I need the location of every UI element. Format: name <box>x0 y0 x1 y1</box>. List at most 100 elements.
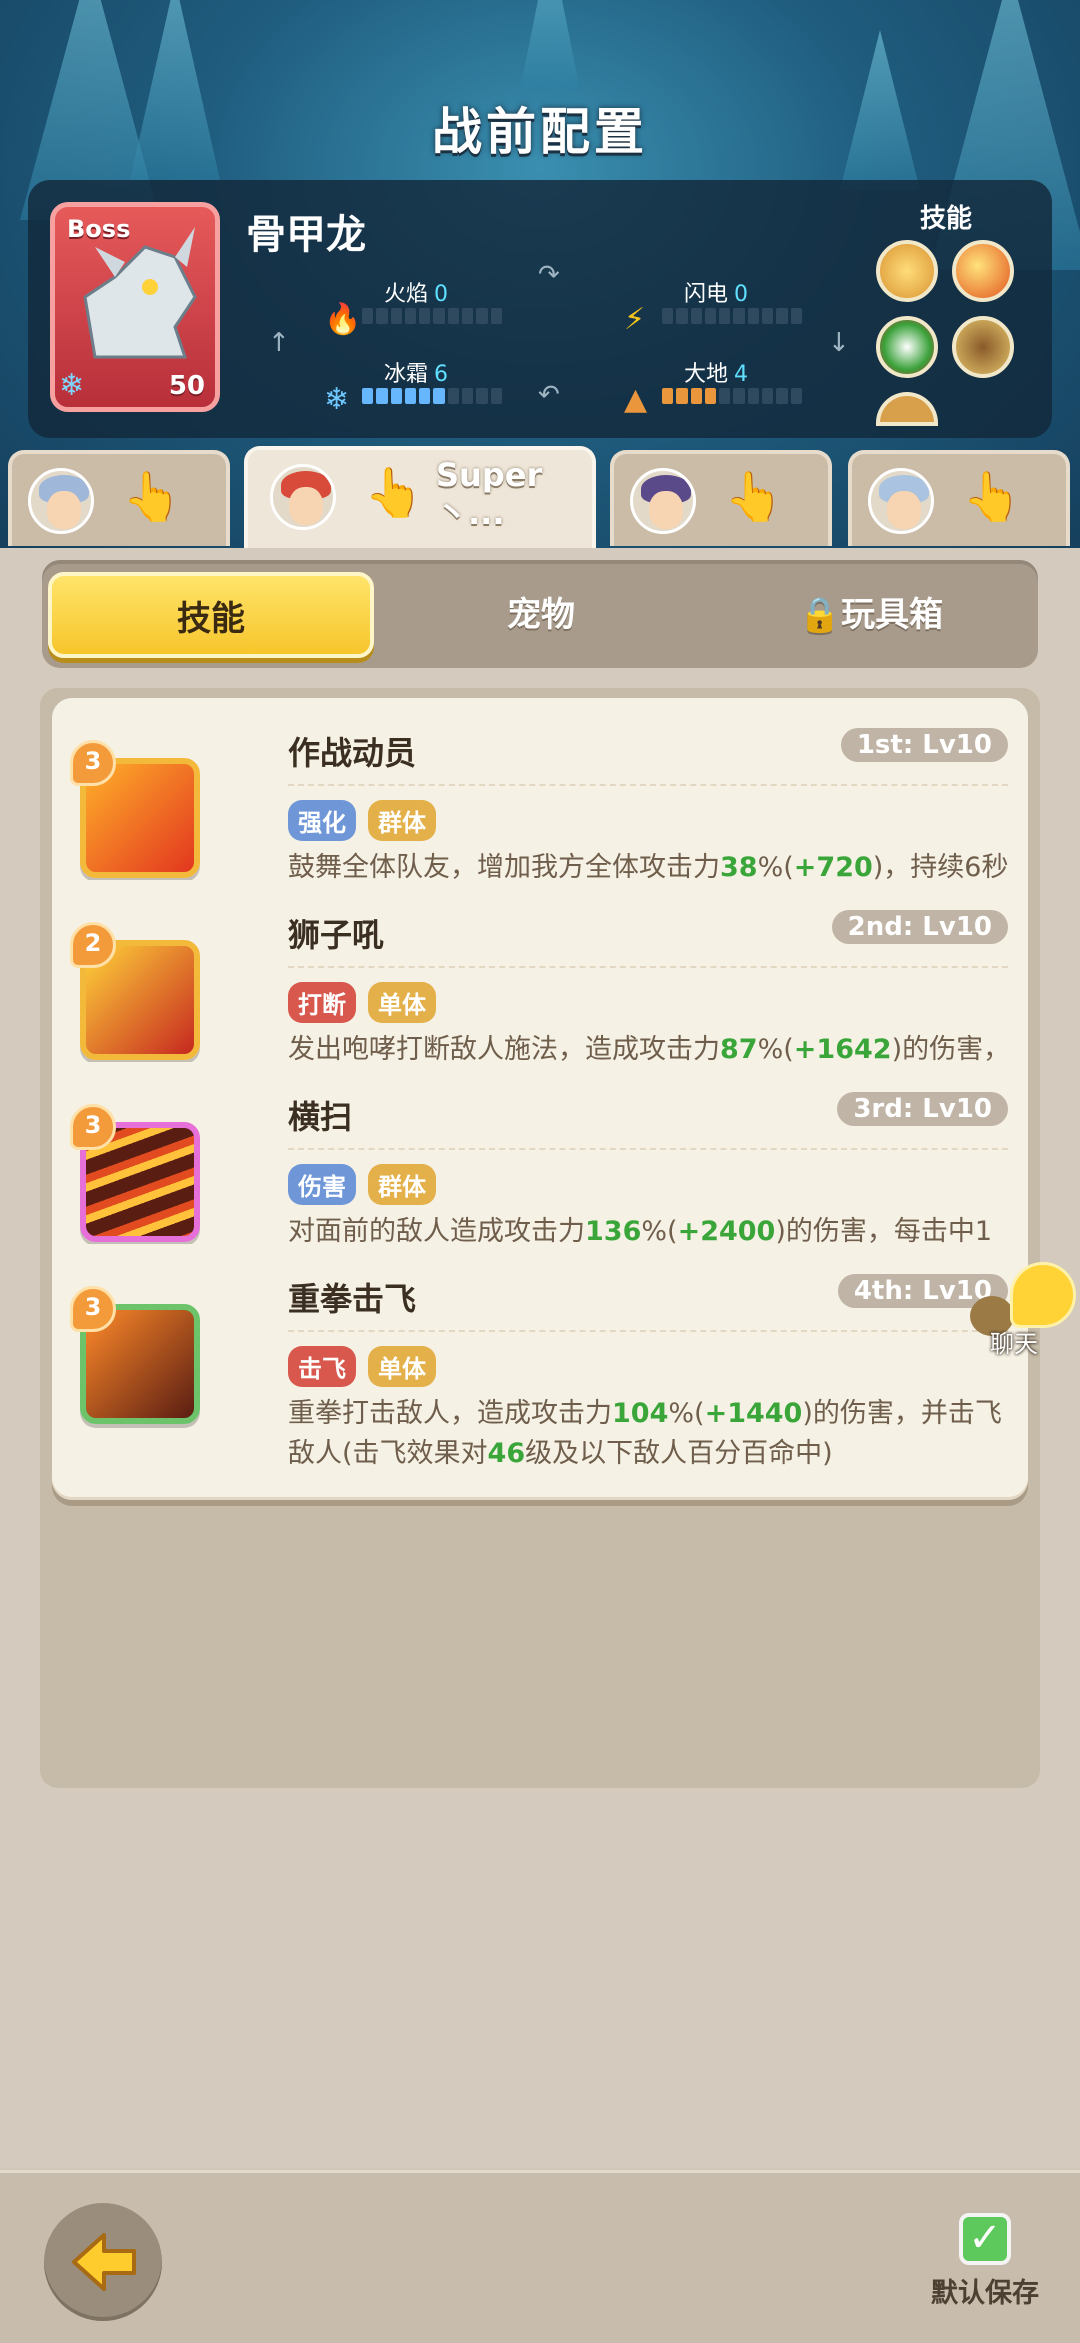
skills-content: 技能 宠物 🔒玩具箱 3 作战动员 1st: Lv10 强化 群体 鼓舞全体队友，增加我方… <box>0 548 1080 2168</box>
skill-level-badge: 2 <box>70 922 116 968</box>
skill-tag: 群体 <box>368 800 436 841</box>
default-save-label: 默认保存 <box>931 2278 1039 2309</box>
description-text: 重拳打击敌人，造成攻击力 <box>288 1398 612 1429</box>
description-text: 对面前的敌人造成攻击力 <box>288 1216 585 1247</box>
description-text: %( <box>641 1216 678 1247</box>
stat-fire-label: 火焰 <box>384 282 429 307</box>
skill-tag: 单体 <box>368 982 436 1023</box>
hero-avatar <box>868 468 934 534</box>
earth-icon: ▲ <box>624 382 648 417</box>
tap-hand-icon: 👆 <box>724 469 784 525</box>
hero-avatar <box>28 468 94 534</box>
description-highlight: +2400 <box>677 1216 776 1247</box>
hero-name: Super 丶... <box>436 456 543 532</box>
boss-skill-poison-icon[interactable] <box>876 316 938 378</box>
default-save-toggle[interactable]: ✓ 默认保存 <box>920 2213 1050 2333</box>
skill-level-badge: 3 <box>70 1286 116 1332</box>
description-highlight: +1642 <box>793 1034 892 1065</box>
boss-skill-beast-icon[interactable] <box>952 316 1014 378</box>
skill-name: 横扫 <box>288 1098 353 1136</box>
cycle-arrow-icon: ↷ <box>538 260 560 290</box>
description-text: %( <box>757 1034 794 1065</box>
skill-icon: 3 <box>70 1286 200 1458</box>
boss-info-panel: Boss ❄ 50 骨甲龙 火焰 0 🔥 闪电 0 ⚡ 冰霜 6 ❄ 大地 4 … <box>28 180 1052 438</box>
boss-level: 50 <box>168 371 205 401</box>
boss-name: 骨甲龙 <box>246 212 366 258</box>
tab-pets[interactable]: 宠物 <box>378 572 704 658</box>
description-highlight: 104 <box>612 1398 669 1429</box>
skill-level-badge: 3 <box>70 1104 116 1150</box>
skill-tag: 单体 <box>368 1346 436 1387</box>
cycle-arrow-icon: ↑ <box>268 328 290 358</box>
skill-name: 重拳击飞 <box>288 1280 417 1318</box>
stat-earth-bar <box>662 388 802 404</box>
skill-level-badge: 3 <box>70 740 116 786</box>
skill-card[interactable]: 3 重拳击飞 4th: Lv10 击飞 单体 重拳打击敌人，造成攻击力104%(+1440… <box>52 1244 1028 1500</box>
cycle-arrow-icon: ↓ <box>828 328 850 358</box>
skill-name: 狮子吼 <box>288 916 385 954</box>
skill-tag: 群体 <box>368 1164 436 1205</box>
tab-toybox-label: 玩具箱 <box>841 595 944 635</box>
stat-lightning-label: 闪电 <box>684 282 729 307</box>
back-button[interactable] <box>44 2203 162 2321</box>
description-highlight: +1440 <box>704 1398 803 1429</box>
hero-avatar <box>270 464 336 530</box>
description-highlight: 38 <box>720 852 758 883</box>
stat-lightning-bar <box>662 308 802 324</box>
frost-element-icon: ❄ <box>59 368 85 403</box>
cycle-arrow-icon: ↶ <box>538 380 560 410</box>
description-highlight: 136 <box>585 1216 642 1247</box>
skill-rank: 1st: Lv10 <box>840 728 1008 762</box>
lock-icon: 🔒 <box>798 595 842 635</box>
chat-button[interactable]: 聊天 <box>970 1262 1080 1362</box>
fire-icon: 🔥 <box>324 302 362 337</box>
hero-tab-4[interactable]: 👆 <box>848 450 1070 546</box>
boss-portrait[interactable]: Boss ❄ 50 <box>50 202 220 412</box>
description-text: )，持续6秒 <box>872 852 1009 883</box>
description-text: %( <box>668 1398 705 1429</box>
tap-hand-icon: 👆 <box>122 469 182 525</box>
description-text: 级及以下敌人百分百命中) <box>525 1438 833 1469</box>
chat-label: 聊天 <box>990 1330 1038 1358</box>
tab-skills[interactable]: 技能 <box>48 572 374 658</box>
skill-description: 重拳打击敌人，造成攻击力104%(+1440)的伤害，并击飞敌人(击飞效果对46… <box>288 1394 1018 1474</box>
frost-icon: ❄ <box>324 382 350 417</box>
tab-toybox[interactable]: 🔒玩具箱 <box>708 572 1034 658</box>
hero-avatar <box>630 468 696 534</box>
skill-tag: 打断 <box>288 982 356 1023</box>
stat-earth-label: 大地 <box>684 362 729 387</box>
chat-face-icon <box>1010 1262 1076 1328</box>
stat-earth-value: 4 <box>734 362 749 387</box>
skill-rank: 3rd: Lv10 <box>837 1092 1008 1126</box>
boss-skill-roar-icon[interactable] <box>876 240 938 302</box>
stat-fire-value: 0 <box>434 282 449 307</box>
stat-fire-bar <box>362 308 502 324</box>
divider <box>288 1148 1008 1150</box>
skill-tag: 击飞 <box>288 1346 356 1387</box>
hero-tab-1[interactable]: 👆 <box>8 450 230 546</box>
tap-hand-icon: 👆 <box>364 465 424 521</box>
hero-tab-2[interactable]: 👆 Super 丶... <box>244 446 596 550</box>
divider <box>288 1330 1008 1332</box>
lightning-icon: ⚡ <box>624 302 646 337</box>
description-highlight: +720 <box>793 852 873 883</box>
category-segmented-control: 技能 宠物 🔒玩具箱 <box>42 560 1038 668</box>
tap-hand-icon: 👆 <box>962 469 1022 525</box>
description-highlight: 46 <box>487 1438 526 1469</box>
stat-frost-value: 6 <box>434 362 449 387</box>
stat-frost-label: 冰霜 <box>384 362 429 387</box>
divider <box>288 966 1008 968</box>
stat-frost-bar <box>362 388 502 404</box>
description-highlight: 87 <box>720 1034 758 1065</box>
description-text: 鼓舞全体队友，增加我方全体攻击力 <box>288 852 720 883</box>
back-arrow-icon <box>72 2233 136 2291</box>
stat-lightning-value: 0 <box>734 282 749 307</box>
description-text: %( <box>757 852 794 883</box>
description-text: 发出咆哮打断敌人施法，造成攻击力 <box>288 1034 720 1065</box>
hero-tab-3[interactable]: 👆 <box>610 450 832 546</box>
skill-tag: 伤害 <box>288 1164 356 1205</box>
boss-skill-more-icon[interactable] <box>876 392 938 426</box>
skill-list: 3 作战动员 1st: Lv10 强化 群体 鼓舞全体队友，增加我方全体攻击力38%(+7… <box>40 688 1040 1788</box>
check-icon: ✓ <box>959 2213 1011 2265</box>
boss-skill-fireball-icon[interactable] <box>952 240 1014 302</box>
